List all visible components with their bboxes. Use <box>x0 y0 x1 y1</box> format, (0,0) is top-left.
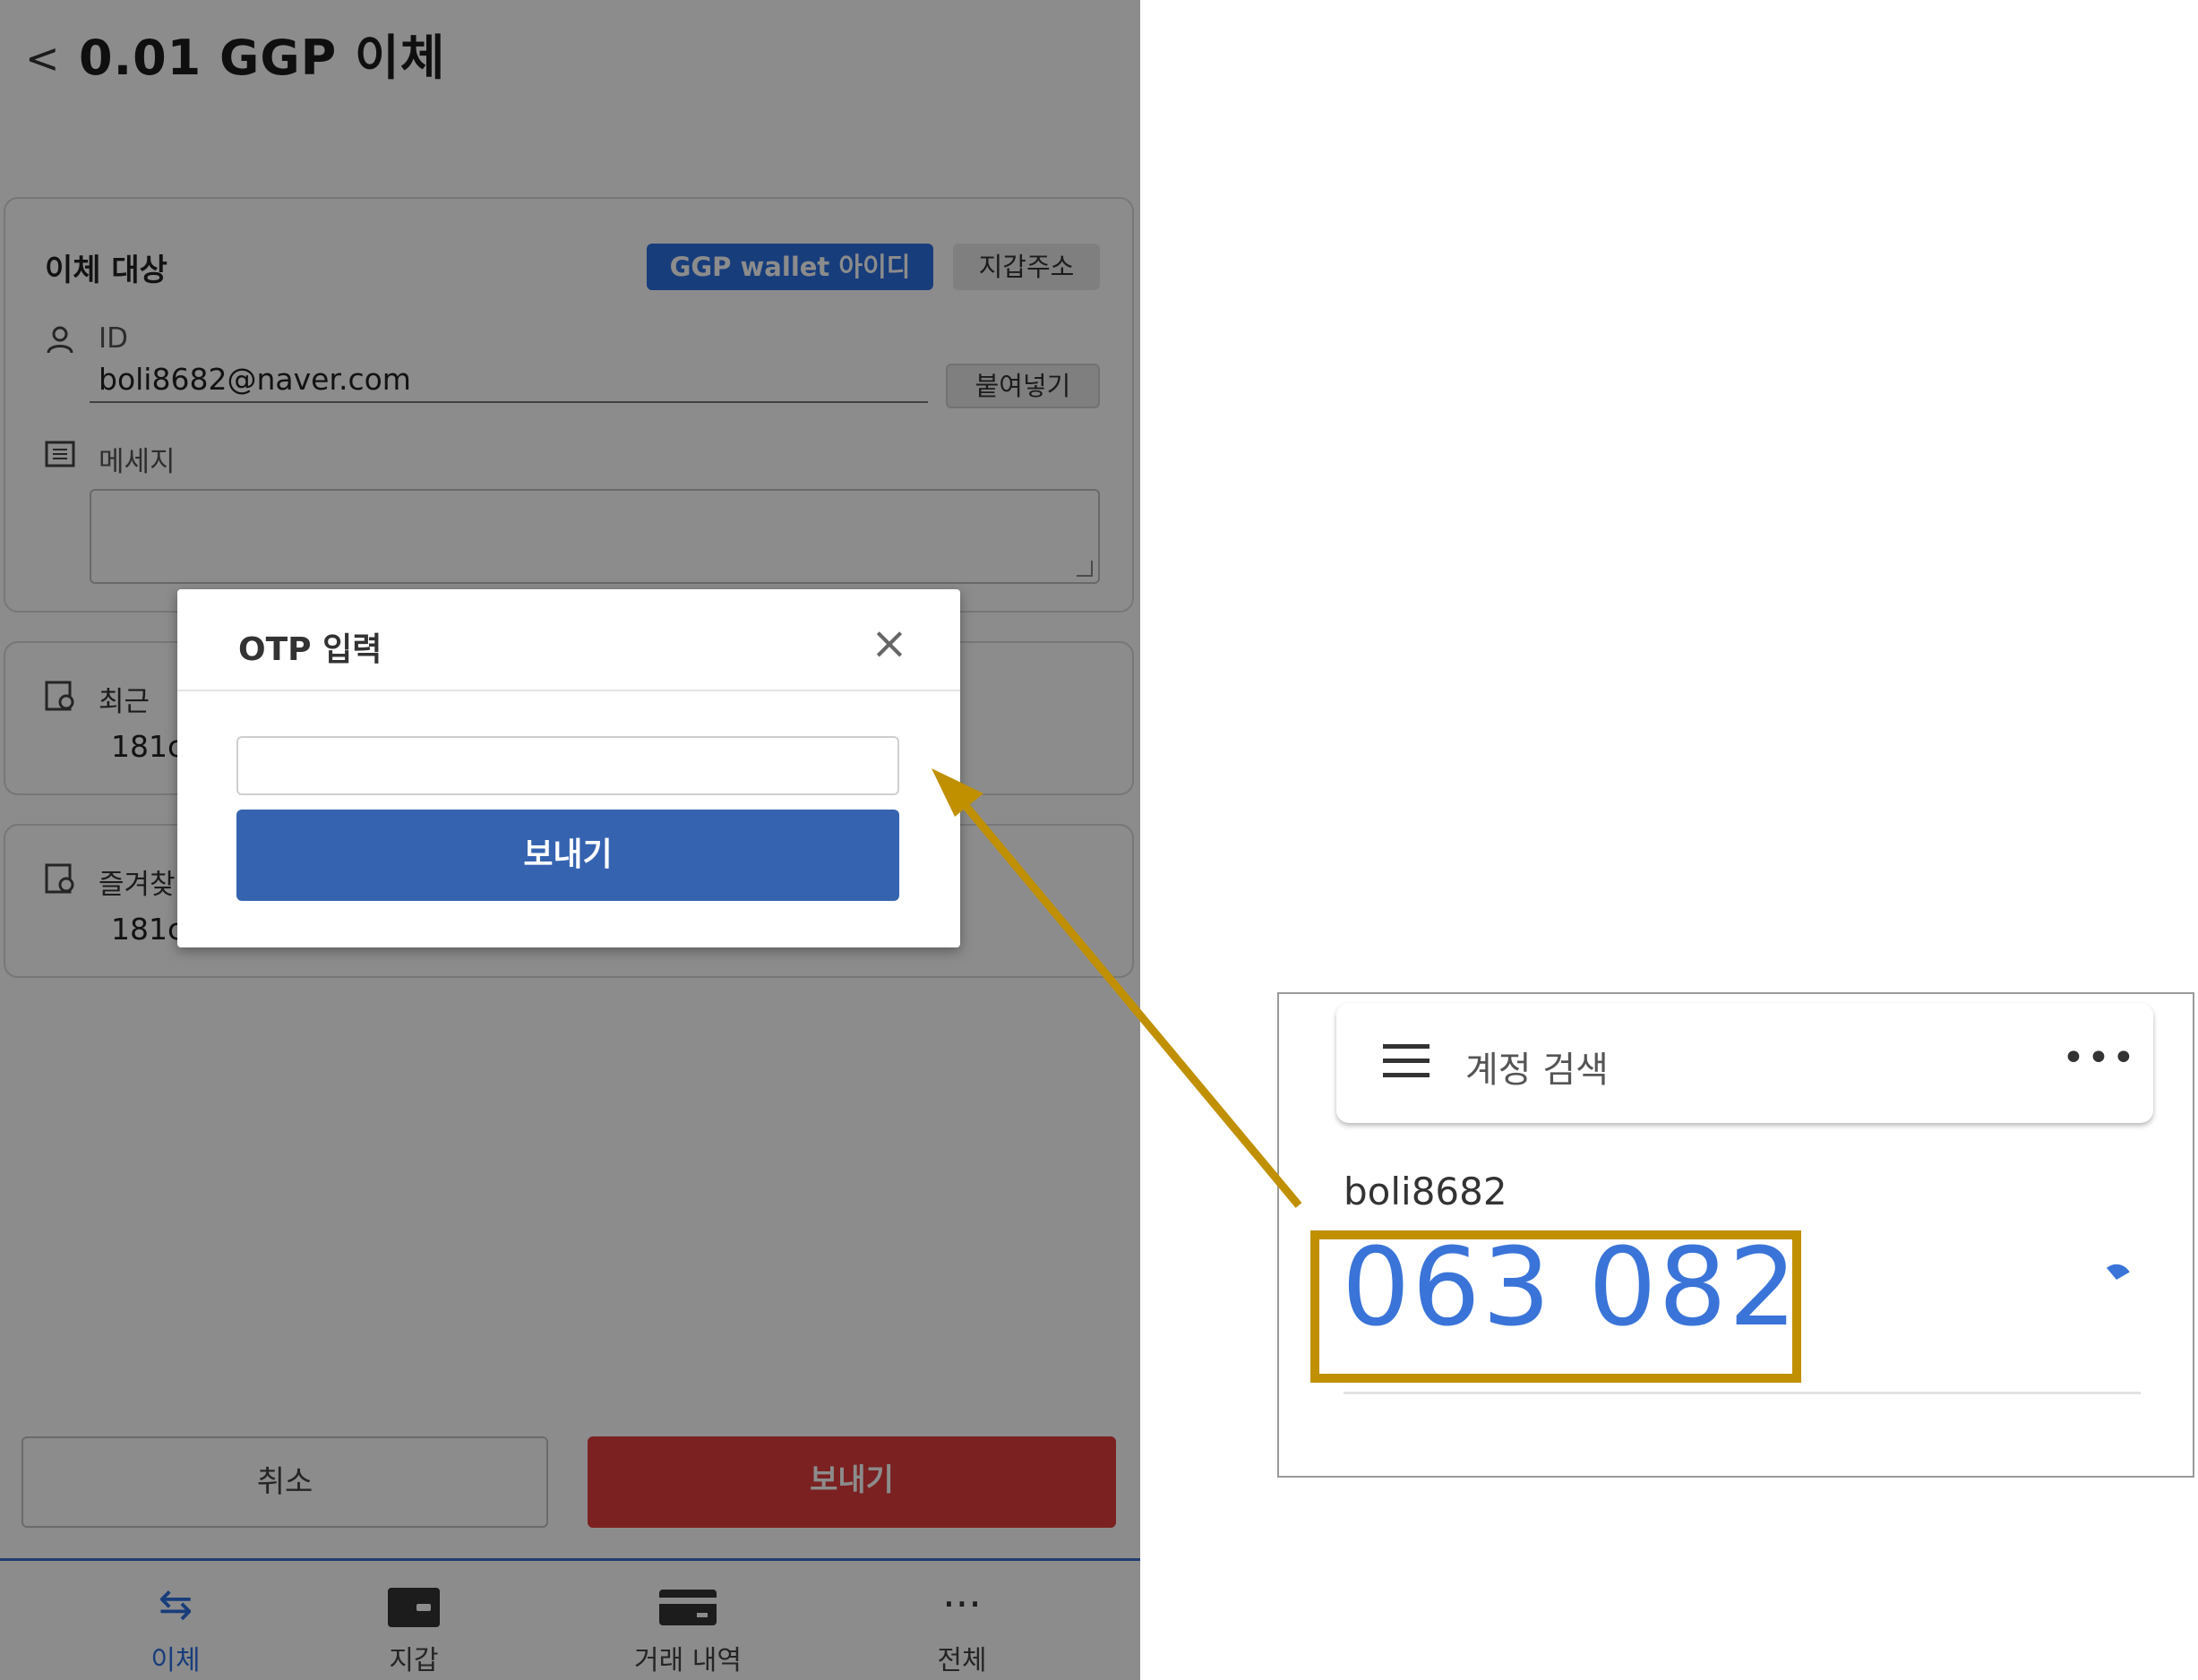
menu-icon[interactable] <box>1383 1044 1430 1078</box>
divider <box>1344 1392 2141 1394</box>
search-placeholder[interactable]: 계정 검색 <box>1465 1041 1609 1093</box>
modal-title: OTP 입력 <box>238 631 382 668</box>
otp-submit-button[interactable]: 보내기 <box>236 810 899 901</box>
transfer-screen: < 0.01 GGP 이체 이체 대상 GGP wallet 아이디 지갑주소 … <box>0 0 1140 1680</box>
account-search-bar[interactable]: 계정 검색 ••• <box>1336 1003 2153 1123</box>
otp-input[interactable] <box>236 736 899 795</box>
close-icon[interactable]: × <box>865 620 914 668</box>
countdown-timer-icon <box>2106 1264 2130 1280</box>
divider <box>177 690 960 691</box>
more-options-icon[interactable]: ••• <box>2062 1035 2137 1081</box>
account-name: boli8682 <box>1344 1170 1507 1213</box>
otp-modal: OTP 입력 × 보내기 <box>177 589 960 947</box>
otp-code-highlight <box>1310 1230 1801 1383</box>
